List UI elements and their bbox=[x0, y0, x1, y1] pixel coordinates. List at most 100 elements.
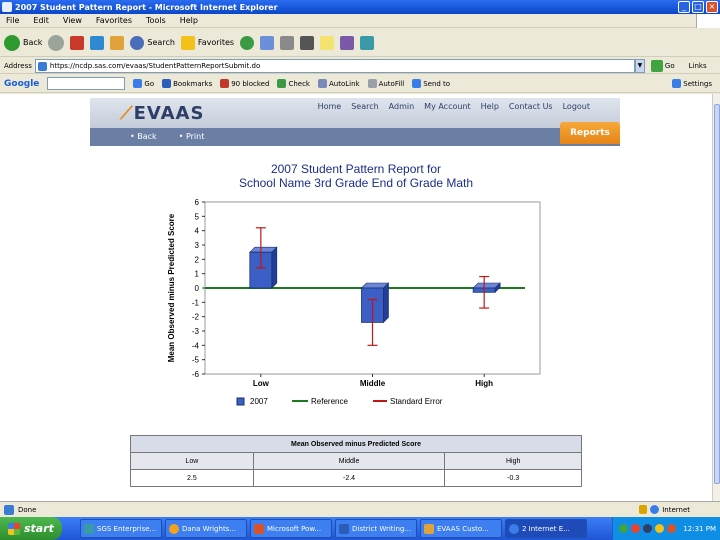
y-tick-label: 4 bbox=[195, 227, 200, 236]
legend-label-error: Standard Error bbox=[390, 397, 443, 406]
nav-my-account[interactable]: My Account bbox=[424, 102, 470, 111]
vertical-scrollbar[interactable] bbox=[712, 94, 720, 501]
taskbar-item[interactable]: Microsoft Pow... bbox=[250, 519, 332, 538]
note-icon[interactable] bbox=[320, 35, 335, 50]
menu-tools[interactable]: Tools bbox=[146, 16, 166, 25]
refresh-icon[interactable] bbox=[90, 35, 105, 50]
x-tick-label: Middle bbox=[360, 379, 386, 388]
taskbar-item[interactable]: 2 Internet E... bbox=[505, 519, 587, 538]
print-link[interactable]: • Print bbox=[179, 132, 205, 141]
y-axis-label: Mean Observed minus Predicted Score bbox=[167, 213, 176, 362]
menu-file[interactable]: File bbox=[6, 16, 19, 25]
settings-icon bbox=[672, 79, 682, 88]
y-tick-label: -6 bbox=[192, 370, 200, 379]
globe-icon bbox=[650, 505, 660, 514]
nav-help[interactable]: Help bbox=[481, 102, 499, 111]
google-search-input[interactable] bbox=[47, 77, 126, 90]
tray-icon[interactable] bbox=[655, 524, 665, 533]
page-content: ⟋EVAAS Home Search Admin My Account Help… bbox=[0, 94, 712, 501]
nav-contact-us[interactable]: Contact Us bbox=[509, 102, 553, 111]
taskbar-item[interactable]: SGS Enterprise... bbox=[80, 519, 162, 538]
autolink-button[interactable]: AutoLink bbox=[317, 79, 360, 88]
table-header: Mean Observed minus Predicted Score bbox=[130, 435, 582, 453]
clock: 12:31 PM bbox=[683, 524, 716, 533]
x-tick-label: Low bbox=[253, 379, 270, 388]
start-button[interactable]: start bbox=[0, 517, 62, 540]
back-button[interactable]: Back bbox=[4, 34, 42, 51]
taskbar-item[interactable]: Dana Wrights... bbox=[165, 519, 247, 538]
powerpoint-icon bbox=[254, 523, 264, 534]
popup-blocked-button[interactable]: 90 blocked bbox=[220, 79, 269, 88]
forward-button[interactable] bbox=[48, 34, 65, 51]
tray-icon[interactable] bbox=[643, 524, 653, 533]
home-icon[interactable] bbox=[110, 35, 125, 50]
go-button[interactable]: Go bbox=[650, 59, 675, 72]
menu-favorites[interactable]: Favorites bbox=[96, 16, 132, 25]
links-button[interactable]: Links bbox=[689, 62, 707, 70]
legend-swatch-2007 bbox=[236, 397, 245, 406]
evaas-header: ⟋EVAAS Home Search Admin My Account Help… bbox=[90, 98, 620, 128]
autofill-button[interactable]: AutoFill bbox=[367, 79, 404, 88]
edit-icon[interactable] bbox=[300, 35, 315, 50]
scrollbar-thumb[interactable] bbox=[714, 104, 720, 484]
check-button[interactable]: Check bbox=[277, 79, 310, 88]
maximize-button[interactable]: □ bbox=[692, 1, 704, 13]
mail-icon[interactable] bbox=[260, 35, 275, 50]
close-button[interactable]: × bbox=[706, 1, 718, 13]
y-tick-label: 6 bbox=[195, 198, 200, 207]
spellcheck-icon bbox=[277, 79, 287, 88]
y-tick-label: 0 bbox=[195, 284, 200, 293]
page-icon bbox=[4, 504, 14, 515]
tray-icon[interactable] bbox=[631, 524, 641, 533]
bookmarks-button[interactable]: Bookmarks bbox=[162, 79, 212, 88]
autofill-icon bbox=[367, 79, 377, 88]
window-title: 2007 Student Pattern Report - Microsoft … bbox=[15, 2, 278, 12]
search-button[interactable]: Search bbox=[130, 35, 175, 50]
research-icon[interactable] bbox=[340, 35, 355, 50]
menu-edit[interactable]: Edit bbox=[33, 16, 49, 25]
google-go-button[interactable]: Go bbox=[133, 79, 154, 88]
settings-button[interactable]: Settings bbox=[672, 79, 712, 88]
favorites-button[interactable]: Favorites bbox=[180, 35, 234, 50]
window-controls: _ □ × bbox=[678, 1, 718, 13]
reports-tab[interactable]: Reports bbox=[560, 122, 620, 144]
sendto-button[interactable]: Send to bbox=[412, 79, 450, 88]
address-bar: Address https://ncdp.sas.com/evaas/Stude… bbox=[0, 58, 720, 74]
app-icon bbox=[169, 523, 179, 534]
history-icon[interactable] bbox=[240, 35, 255, 50]
address-input[interactable]: https://ncdp.sas.com/evaas/StudentPatter… bbox=[34, 58, 635, 73]
tray-icon[interactable] bbox=[619, 524, 629, 533]
search-icon bbox=[130, 35, 145, 50]
menu-help[interactable]: Help bbox=[180, 16, 198, 25]
zone-label: Internet bbox=[662, 505, 690, 514]
bar-side bbox=[383, 282, 389, 324]
stop-icon[interactable] bbox=[70, 35, 85, 50]
app-icon bbox=[424, 523, 434, 534]
top-nav: Home Search Admin My Account Help Contac… bbox=[318, 102, 590, 111]
taskbar-item[interactable]: EVAAS Custo... bbox=[420, 519, 502, 538]
nav-home[interactable]: Home bbox=[318, 102, 342, 111]
nav-logout[interactable]: Logout bbox=[563, 102, 590, 111]
menu-view[interactable]: View bbox=[63, 16, 82, 25]
back-link[interactable]: • Back bbox=[130, 132, 157, 141]
address-label: Address bbox=[4, 61, 32, 70]
word-icon bbox=[339, 523, 349, 534]
nav-admin[interactable]: Admin bbox=[389, 102, 415, 111]
window-titlebar: 2007 Student Pattern Report - Microsoft … bbox=[0, 0, 720, 14]
menu-bar: File Edit View Favorites Tools Help bbox=[0, 14, 720, 28]
y-tick-label: 3 bbox=[195, 241, 200, 250]
print-icon[interactable] bbox=[280, 35, 295, 50]
y-tick-label: 5 bbox=[195, 212, 200, 221]
messenger-icon[interactable] bbox=[360, 35, 375, 50]
nav-search[interactable]: Search bbox=[351, 102, 378, 111]
taskbar-item[interactable]: District Writing... bbox=[335, 519, 417, 538]
chart-title-block: 2007 Student Pattern Report for School N… bbox=[150, 162, 562, 190]
minimize-button[interactable]: _ bbox=[678, 1, 690, 13]
address-dropdown-icon[interactable]: ▼ bbox=[634, 58, 645, 73]
y-tick-label: 2 bbox=[195, 255, 200, 264]
tray-icon[interactable] bbox=[667, 524, 677, 533]
toolbar: Back Search Favorites bbox=[0, 29, 720, 57]
chart-title: 2007 Student Pattern Report for bbox=[270, 162, 442, 176]
sendto-icon bbox=[412, 79, 422, 88]
legend-label-2007: 2007 bbox=[250, 397, 268, 406]
